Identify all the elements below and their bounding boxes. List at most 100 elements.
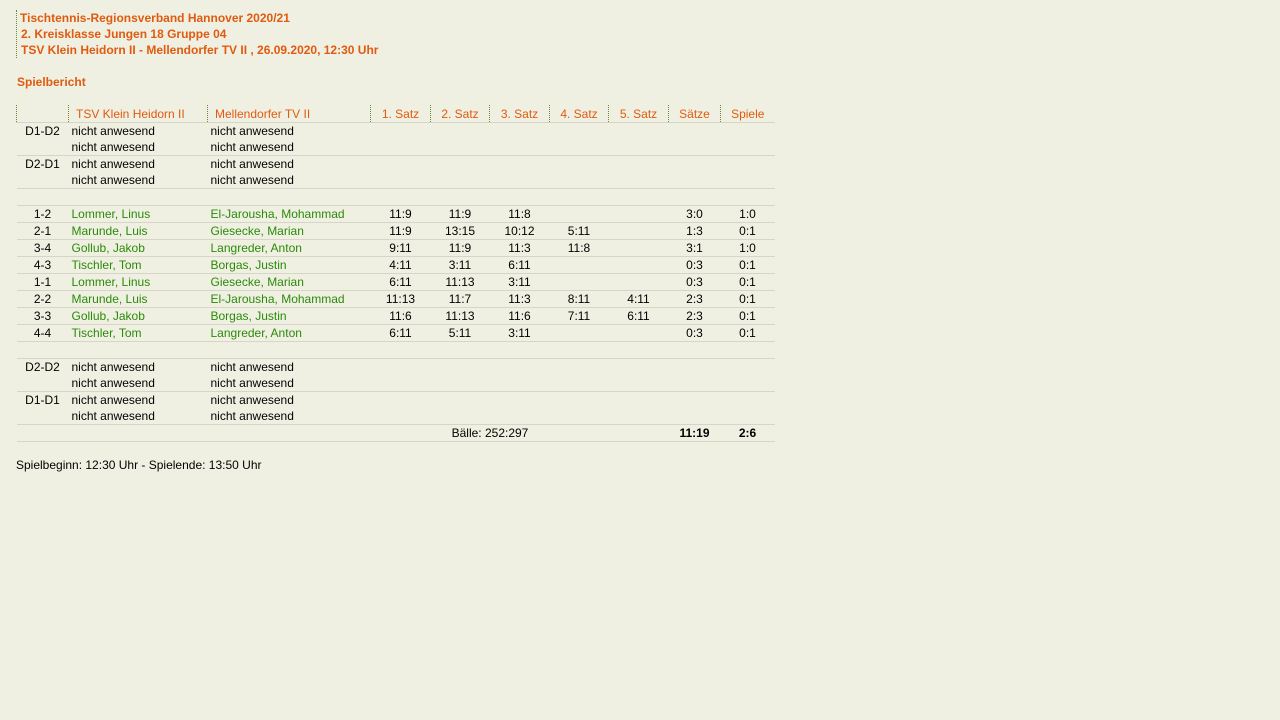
association-title: Tischtennis-Regionsverband Hannover 2020…	[20, 11, 290, 25]
set-3-score: 11:3	[489, 290, 550, 308]
table-row: 1-2 Lommer, Linus El-Jarousha, Mohammad 11:…	[16, 205, 775, 223]
col-header-set-3: 3. Satz	[489, 105, 550, 123]
home-player-link[interactable]: Marunde, Luis	[68, 290, 208, 308]
set-3-score: 11:3	[489, 239, 550, 257]
saetze-result: 3:0	[668, 205, 721, 223]
col-header-set-1: 1. Satz	[370, 105, 431, 123]
set-1-score: 11:9	[370, 205, 431, 223]
home-player: nicht anwesend	[71, 173, 155, 187]
table-row: D1-D1 nicht anwesend nicht anwesend	[16, 391, 775, 408]
set-2-score: 11:9	[430, 239, 490, 257]
away-player-link[interactable]: Borgas, Justin	[207, 256, 371, 274]
set-3-score: 10:12	[489, 222, 550, 240]
set-4-score: 8:11	[549, 290, 609, 308]
home-player-link[interactable]: Lommer, Linus	[68, 205, 208, 223]
row-position: 1-1	[16, 273, 69, 291]
table-row: 2-1 Marunde, Luis Giesecke, Marian 11:9 13:1…	[16, 222, 775, 240]
report-heading: Tischtennis-Regionsverband Hannover 2020…	[16, 10, 378, 58]
table-row: 3-4 Gollub, Jakob Langreder, Anton 9:11 11:9…	[16, 239, 775, 257]
set-1-score: 6:11	[370, 273, 431, 291]
spiele-result: 1:0	[720, 239, 775, 257]
table-row: 2-2 Marunde, Luis El-Jarousha, Mohammad 11:…	[16, 290, 775, 308]
spiele-result: 1:0	[720, 205, 775, 223]
away-player: nicht anwesend	[207, 155, 371, 172]
spiele-result: 0:1	[720, 290, 775, 308]
away-player-link[interactable]: El-Jarousha, Mohammad	[207, 205, 371, 223]
set-2-score: 13:15	[430, 222, 490, 240]
set-1-score: 11:6	[370, 307, 431, 325]
table-row: 4-4 Tischler, Tom Langreder, Anton 6:11 5:11…	[16, 324, 775, 342]
away-player-link[interactable]: El-Jarousha, Mohammad	[207, 290, 371, 308]
set-5-score: 4:11	[608, 290, 669, 308]
match-report-table: TSV Klein Heidorn II Mellendorfer TV II …	[16, 105, 775, 442]
totals-row: Bälle: 252:297 11:19 2:6	[16, 424, 775, 442]
set-3-score: 3:11	[489, 273, 550, 291]
set-1-score: 11:9	[370, 222, 431, 240]
set-5-score	[608, 205, 669, 223]
set-2-score: 11:9	[430, 205, 490, 223]
section-title: Spielbericht	[17, 75, 86, 89]
away-player: nicht anwesend	[207, 391, 371, 408]
away-player-link[interactable]: Langreder, Anton	[207, 239, 371, 257]
spiele-result: 0:1	[720, 324, 775, 342]
set-3-score: 6:11	[489, 256, 550, 274]
home-player: nicht anwesend	[71, 140, 155, 154]
league-title: 2. Kreisklasse Jungen 18 Gruppe 04	[21, 27, 227, 41]
away-player-link[interactable]: Giesecke, Marian	[207, 222, 371, 240]
table-row: 3-3 Gollub, Jakob Borgas, Justin 11:6 11:13 1…	[16, 307, 775, 325]
total-balls: Bälle: 252:297	[430, 424, 550, 442]
row-position: 4-3	[16, 256, 69, 274]
row-position: 2-1	[16, 222, 69, 240]
home-player-link[interactable]: Gollub, Jakob	[68, 307, 208, 325]
away-player: nicht anwesend	[207, 122, 371, 139]
spiele-result: 0:1	[720, 273, 775, 291]
spiele-result: 0:1	[720, 222, 775, 240]
col-header-home-team: TSV Klein Heidorn II	[68, 105, 208, 123]
set-5-score	[608, 222, 669, 240]
set-1-score: 9:11	[370, 239, 431, 257]
col-header-set-4: 4. Satz	[549, 105, 609, 123]
saetze-result: 3:1	[668, 239, 721, 257]
home-player: nicht anwesend	[68, 391, 208, 408]
table-row: D2-D2 nicht anwesend nicht anwesend	[16, 358, 775, 375]
set-5-score	[608, 273, 669, 291]
row-position: 4-4	[16, 324, 69, 342]
table-row: nicht anwesend nicht anwesend	[17, 139, 775, 156]
saetze-result: 0:3	[668, 273, 721, 291]
spiele-result: 0:1	[720, 256, 775, 274]
spiele-result: 0:1	[720, 307, 775, 325]
home-player: nicht anwesend	[68, 122, 208, 139]
away-player: nicht anwesend	[210, 376, 294, 390]
set-1-score: 11:13	[370, 290, 431, 308]
table-row: 4-3 Tischler, Tom Borgas, Justin 4:11 3:11 6:…	[16, 256, 775, 274]
set-4-score	[549, 273, 609, 291]
set-1-score: 6:11	[370, 324, 431, 342]
table-header-row: TSV Klein Heidorn II Mellendorfer TV II …	[16, 105, 775, 123]
set-4-score	[549, 205, 609, 223]
home-player-link[interactable]: Tischler, Tom	[68, 256, 208, 274]
home-player-link[interactable]: Tischler, Tom	[68, 324, 208, 342]
away-player-link[interactable]: Borgas, Justin	[207, 307, 371, 325]
table-row: nicht anwesend nicht anwesend	[17, 375, 775, 392]
total-spiele: 2:6	[720, 424, 775, 442]
col-header-saetze: Sätze	[668, 105, 721, 123]
col-header-set-5: 5. Satz	[608, 105, 669, 123]
match-times: Spielbeginn: 12:30 Uhr - Spielende: 13:5…	[16, 458, 262, 472]
saetze-result: 1:3	[668, 222, 721, 240]
home-player-link[interactable]: Marunde, Luis	[68, 222, 208, 240]
home-player-link[interactable]: Lommer, Linus	[68, 273, 208, 291]
col-header-set-2: 2. Satz	[430, 105, 490, 123]
match-report-page: Tischtennis-Regionsverband Hannover 2020…	[0, 0, 1280, 720]
away-player-link[interactable]: Langreder, Anton	[207, 324, 371, 342]
away-player: nicht anwesend	[207, 358, 371, 375]
away-player-link[interactable]: Giesecke, Marian	[207, 273, 371, 291]
home-player-link[interactable]: Gollub, Jakob	[68, 239, 208, 257]
col-header-spiele: Spiele	[720, 105, 775, 123]
set-4-score: 7:11	[549, 307, 609, 325]
spacer-row	[16, 341, 775, 359]
row-position: 1-2	[16, 205, 69, 223]
set-3-score: 11:6	[489, 307, 550, 325]
set-4-score	[549, 324, 609, 342]
row-position: D2-D2	[16, 358, 69, 375]
singles-section: 1-2 Lommer, Linus El-Jarousha, Mohammad 11:…	[16, 205, 775, 342]
